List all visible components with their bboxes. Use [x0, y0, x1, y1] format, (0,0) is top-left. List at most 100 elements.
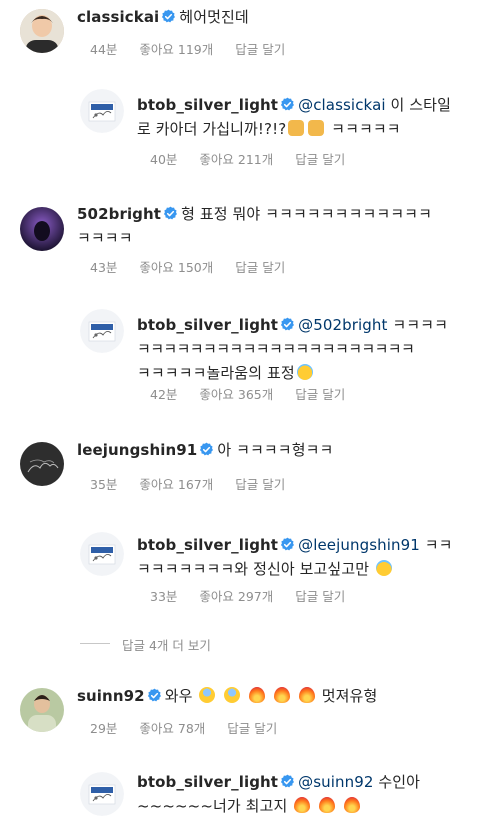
silverlight-logo-icon	[80, 309, 124, 353]
username[interactable]: suinn92	[77, 687, 145, 705]
fire-emoji-icon	[344, 797, 361, 813]
comment-text-line2: ㅋㅋㅋㅋㅋㅋㅋ와 정신아 보고싶고만	[137, 560, 370, 578]
like-count[interactable]: 좋아요 150개	[139, 260, 213, 275]
comment-text-line3: ㅋㅋㅋㅋㅋ놀라움의 표정	[137, 364, 295, 382]
comment-meta: 43분 좋아요 150개 답글 달기	[90, 257, 307, 276]
avatar-classickai[interactable]	[20, 9, 64, 53]
mention-link[interactable]: @classickai	[298, 96, 386, 114]
verified-badge-icon	[280, 774, 295, 789]
verified-badge-icon	[280, 317, 295, 332]
verified-badge-icon	[163, 206, 178, 221]
avatar-btob-silver-light[interactable]	[80, 532, 124, 576]
silverlight-logo-icon	[80, 532, 124, 576]
reply-button[interactable]: 답글 달기	[235, 260, 285, 275]
username[interactable]: btob_silver_light	[137, 536, 278, 554]
comment-body: suinn92 와우 멋져유형	[77, 684, 467, 708]
username[interactable]: btob_silver_light	[137, 316, 278, 334]
reply-button[interactable]: 답글 달기	[235, 477, 285, 492]
comment-time: 42분	[150, 387, 178, 402]
fire-emoji-icon	[274, 687, 290, 703]
like-count[interactable]: 좋아요 78개	[139, 721, 205, 736]
fire-emoji-icon	[298, 687, 315, 703]
comment-text: 헤어멋진데	[179, 8, 249, 26]
fire-emoji-icon	[249, 687, 266, 703]
verified-badge-icon	[147, 688, 162, 703]
comment-text-line2: ~~~~~~너가 최고지	[137, 797, 288, 815]
crying-emoji-icon	[376, 560, 393, 576]
suinn92-avatar-icon	[20, 688, 64, 732]
horns-emoji-icon	[308, 120, 325, 136]
comment-meta: 44분 좋아요 119개 답글 달기	[90, 39, 307, 58]
screaming-face-emoji-icon	[199, 687, 216, 703]
username[interactable]: btob_silver_light	[137, 96, 278, 114]
tears-of-joy-emoji-icon	[296, 364, 313, 380]
username[interactable]: classickai	[77, 8, 159, 26]
reply-button[interactable]: 답글 달기	[227, 721, 277, 736]
comment-body: btob_silver_light @502bright ㅋㅋㅋㅋ ㅋㅋㅋㅋㅋㅋㅋ…	[137, 313, 470, 385]
502bright-avatar-icon	[20, 207, 64, 251]
username[interactable]: btob_silver_light	[137, 773, 278, 791]
avatar-btob-silver-light[interactable]	[80, 309, 124, 353]
comment-body: btob_silver_light @suinn92 수인아 ~~~~~~너가 최…	[137, 770, 470, 818]
verified-badge-icon	[280, 537, 295, 552]
avatar-suinn92[interactable]	[20, 688, 64, 732]
screaming-face-emoji-icon	[224, 687, 241, 703]
verified-badge-icon	[280, 97, 295, 112]
username[interactable]: 502bright	[77, 205, 161, 223]
comment-text: 수인아	[373, 773, 421, 791]
reply-button[interactable]: 답글 달기	[295, 589, 345, 604]
like-count[interactable]: 좋아요 365개	[199, 387, 273, 402]
comment-text: 아 ㅋㅋㅋㅋ형ㅋㅋ	[217, 441, 334, 459]
comment-text-line2: ㅋㅋㅋㅋㅋㅋㅋㅋㅋㅋㅋㅋㅋㅋㅋㅋㅋㅋㅋㅋㅋ	[137, 340, 415, 358]
comment-text: ㅋㅋ	[419, 536, 453, 554]
reply-button[interactable]: 답글 달기	[295, 387, 345, 402]
silverlight-logo-icon	[80, 89, 124, 133]
comment-body: btob_silver_light @classickai 이 스타일 로 카아더…	[137, 93, 467, 141]
comment-time: 35분	[90, 477, 118, 492]
avatar-leejungshin91[interactable]	[20, 442, 64, 486]
comment-meta: 33분 좋아요 297개 답글 달기	[150, 586, 367, 605]
comment-text: 이 스타일	[385, 96, 451, 114]
comment-meta: 40분 좋아요 211개 답글 달기	[150, 149, 367, 168]
comment-time: 29분	[90, 721, 118, 736]
comment-body: classickai 헤어멋진데	[77, 5, 457, 29]
comment-text: 와우	[164, 687, 193, 705]
avatar-btob-silver-light[interactable]	[80, 89, 124, 133]
like-count[interactable]: 좋아요 297개	[199, 589, 273, 604]
comment-text-line2: 로 카아더 가십니까!?!?	[137, 120, 287, 138]
like-count[interactable]: 좋아요 211개	[199, 152, 273, 167]
comment-time: 33분	[150, 589, 178, 604]
view-more-replies-button[interactable]: 답글 4개 더 보기	[122, 635, 211, 654]
comment-text-line2: ㅋㅋㅋㅋ	[77, 229, 133, 247]
comment-time: 44분	[90, 42, 118, 57]
mention-link[interactable]: @suinn92	[298, 773, 373, 791]
comment-text-end: 멋져유형	[321, 687, 378, 705]
reply-button[interactable]: 답글 달기	[295, 152, 345, 167]
fire-emoji-icon	[319, 797, 336, 813]
comment-meta: 42분 좋아요 365개 답글 달기	[150, 384, 367, 403]
comment-meta: 35분 좋아요 167개 답글 달기	[90, 474, 307, 493]
horns-emoji-icon	[288, 120, 305, 136]
comment-body: 502bright 형 표정 뭐야 ㅋㅋㅋㅋㅋㅋㅋㅋㅋㅋㅋㅋ ㅋㅋㅋㅋ	[77, 202, 467, 250]
comment-time: 40분	[150, 152, 178, 167]
comment-text-tail: ㅋㅋㅋㅋㅋ	[331, 120, 401, 138]
verified-badge-icon	[161, 9, 176, 24]
comment-body: btob_silver_light @leejungshin91 ㅋㅋ ㅋㅋㅋㅋㅋ…	[137, 533, 470, 581]
username[interactable]: leejungshin91	[77, 441, 197, 459]
mention-link[interactable]: @leejungshin91	[298, 536, 420, 554]
comment-time: 43분	[90, 260, 118, 275]
verified-badge-icon	[199, 442, 214, 457]
like-count[interactable]: 좋아요 167개	[139, 477, 213, 492]
comment-meta: 29분 좋아요 78개 답글 달기	[90, 718, 299, 737]
avatar-btob-silver-light[interactable]	[80, 772, 124, 816]
mention-link[interactable]: @502bright	[298, 316, 387, 334]
silverlight-logo-icon	[80, 772, 124, 816]
reply-button[interactable]: 답글 달기	[235, 42, 285, 57]
like-count[interactable]: 좋아요 119개	[139, 42, 213, 57]
more-replies-divider	[80, 643, 110, 644]
leejungshin91-avatar-icon	[20, 442, 64, 486]
avatar-502bright[interactable]	[20, 207, 64, 251]
comment-text: 형 표정 뭐야 ㅋㅋㅋㅋㅋㅋㅋㅋㅋㅋㅋㅋ	[181, 205, 432, 223]
fire-emoji-icon	[294, 797, 311, 813]
classickai-avatar-icon	[20, 9, 64, 53]
